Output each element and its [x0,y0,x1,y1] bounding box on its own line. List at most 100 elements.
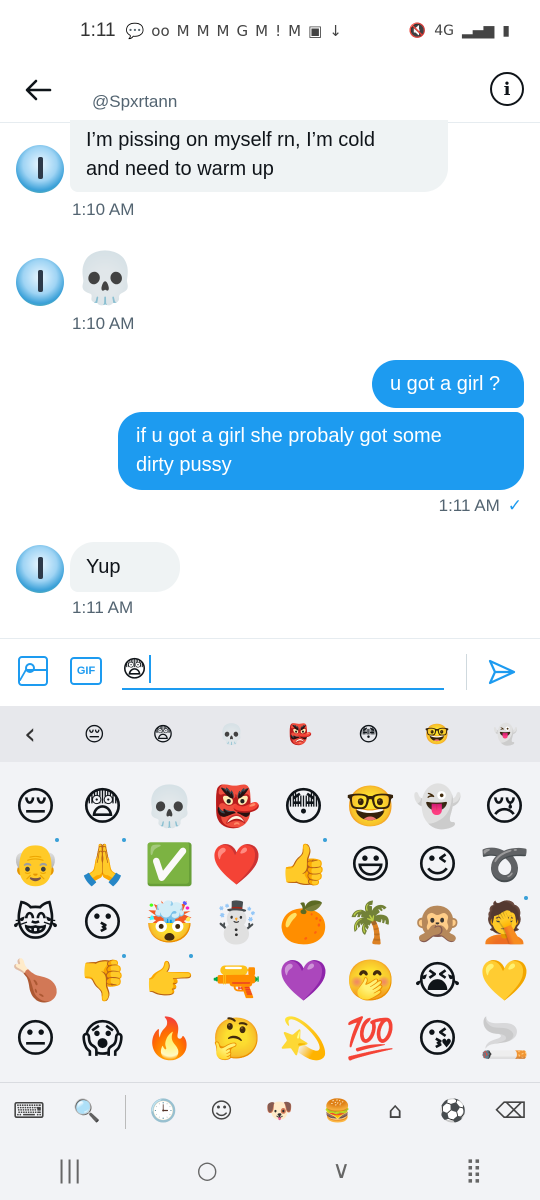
recent-emoji[interactable]: 😔 [60,722,129,746]
status-time: 1:11 [80,20,116,41]
message-input[interactable]: 😨 [122,650,444,690]
animal-icon[interactable]: 🐶 [259,1092,299,1132]
emoji-key[interactable]: 👍 [270,836,337,894]
emoji-key[interactable]: 🔫 [203,952,270,1010]
emoji-key[interactable]: 💛 [471,952,538,1010]
avatar[interactable] [16,145,64,193]
message-icon: 💬 [125,22,145,40]
read-check-icon: ✓ [507,496,522,515]
building-icon[interactable]: ⌂ [375,1092,415,1132]
message-text: u got a girl ? [390,373,501,395]
recents-nav-icon[interactable]: ||| [57,1156,81,1184]
emoji-key[interactable]: 😳 [270,778,337,836]
message-bubble-incoming[interactable]: Yup [70,542,180,592]
emoji-key[interactable]: 🤦 [471,894,538,952]
message-composer: GIF 😨 [0,640,540,706]
emoji-key[interactable]: 😃 [337,836,404,894]
recent-clock-icon[interactable]: 🕒 [144,1092,184,1132]
person-icon: ! [275,22,282,40]
emoji-key[interactable]: 👴 [2,836,69,894]
emoji-key[interactable]: 🙊 [404,894,471,952]
conversation-header: @Spxrtann i [0,62,540,122]
send-icon [488,659,516,685]
message-timestamp: 1:11 AM ✓ [439,496,522,516]
emoji-key[interactable]: 👻 [404,778,471,836]
message-text-line: if u got a girl she probaly got some [136,425,442,447]
home-nav-icon[interactable]: ○ [197,1156,218,1184]
recent-emoji[interactable]: 😳 [334,722,403,746]
battery-icon: ▮ [502,23,510,39]
activity-icon[interactable]: ⚽ [433,1092,473,1132]
gif-button[interactable]: GIF [70,657,102,685]
image-icon[interactable] [18,656,48,686]
back-button[interactable] [18,70,58,110]
backspace-icon[interactable]: ⌫ [491,1092,531,1132]
keyboard-category-bar: ⌨ 🔍 🕒 ☺ 🐶 🍔 ⌂ ⚽ ⌫ [0,1082,540,1140]
emoji-key[interactable]: ➰ [471,836,538,894]
back-nav-icon[interactable]: ∨ [332,1156,350,1184]
emoji-key[interactable]: 🤯 [136,894,203,952]
gmail-icon: M [255,22,269,40]
emoji-key[interactable]: 💫 [270,1010,337,1068]
avatar[interactable] [16,258,64,306]
emoji-key[interactable]: 😐 [2,1010,69,1068]
keyboard-icon[interactable]: ⌨ [9,1092,49,1132]
emoji-key[interactable]: 🤔 [203,1010,270,1068]
emoji-key[interactable]: 🍊 [270,894,337,952]
emoji-key[interactable]: 🚬 [471,1010,538,1068]
info-icon: i [503,78,511,100]
message-text-line: I’m pissing on myself rn, I’m cold [86,129,375,151]
system-nav-bar: ||| ○ ∨ ⣿ [0,1140,540,1200]
emoji-key[interactable]: ☃️ [203,894,270,952]
emoji-key[interactable]: 🌴 [337,894,404,952]
emoji-key[interactable]: 💀 [136,778,203,836]
chevron-left-icon[interactable]: ‹ [0,717,60,752]
recent-emoji[interactable]: 🤓 [403,722,472,746]
recent-emoji[interactable]: 👺 [266,722,335,746]
emoji-key[interactable]: 🤓 [337,778,404,836]
recent-emoji[interactable]: 👻 [471,722,540,746]
emoji-key[interactable]: 🙏 [69,836,136,894]
recent-emoji[interactable]: 💀 [197,722,266,746]
emoji-key[interactable]: ❤️ [203,836,270,894]
emoji-key[interactable]: 🍗 [2,952,69,1010]
emoji-key[interactable]: 💜 [270,952,337,1010]
conversation-handle[interactable]: @Spxrtann [92,92,177,112]
skull-emoji-message[interactable]: 💀 [74,248,136,308]
emoji-key[interactable]: 🤭 [337,952,404,1010]
emoji-key[interactable]: 😨 [69,778,136,836]
recent-emoji[interactable]: 😨 [129,722,198,746]
avatar[interactable] [16,545,64,593]
gmail-icon: M [216,22,230,40]
send-button[interactable] [484,654,520,690]
emoji-key[interactable]: 👉 [136,952,203,1010]
message-bubble-outgoing[interactable]: u got a girl ? [372,360,524,408]
emoji-key[interactable]: 😱 [69,1010,136,1068]
emoji-key[interactable]: 😉 [404,836,471,894]
signal-icon: ▂▄▆ [461,23,495,39]
info-button[interactable]: i [490,72,524,106]
mute-icon: 🔇 [408,23,427,39]
message-timestamp: 1:11 AM [72,598,134,617]
emoji-key[interactable]: 🔥 [136,1010,203,1068]
emoji-key[interactable]: 😔 [2,778,69,836]
emoji-key[interactable]: 💯 [337,1010,404,1068]
food-icon[interactable]: 🍔 [317,1092,357,1132]
emoji-key[interactable]: 😢 [471,778,538,836]
keyboard-switch-icon[interactable]: ⣿ [465,1156,483,1184]
emoji-key[interactable]: 😗 [69,894,136,952]
smiley-icon[interactable]: ☺ [202,1092,242,1132]
emoji-key[interactable]: 👺 [203,778,270,836]
message-bubble-outgoing[interactable]: if u got a girl she probaly got some dir… [118,412,524,490]
search-icon[interactable]: 🔍 [67,1092,107,1132]
emoji-key[interactable]: 😭 [404,952,471,1010]
message-text: Yup [86,556,121,578]
emoji-key[interactable]: 👎 [69,952,136,1010]
notification-icons: 💬 oo M M M G M ! M ▣ ↓ [126,22,342,40]
voicemail-icon: oo [151,22,170,40]
gmail-icon: M [288,22,302,40]
message-bubble-incoming[interactable]: I’m pissing on myself rn, I’m cold and n… [70,120,448,192]
emoji-key[interactable]: ✅ [136,836,203,894]
emoji-key[interactable]: 😹 [2,894,69,952]
emoji-key[interactable]: 😘 [404,1010,471,1068]
